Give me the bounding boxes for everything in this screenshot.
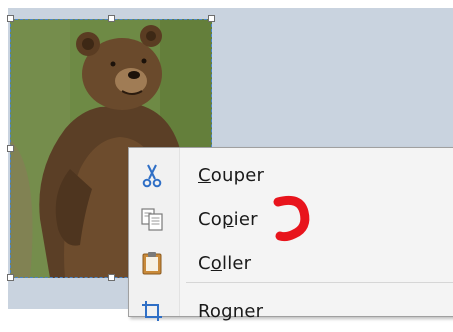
crop-icon <box>142 301 162 321</box>
menu-item-crop[interactable]: Rogner <box>129 288 453 332</box>
resize-handle-bottom-left[interactable] <box>7 274 14 281</box>
menu-label-crop: Rogner <box>198 301 264 322</box>
menu-label-cut: Couper <box>198 165 265 186</box>
resize-handle-top-left[interactable] <box>7 15 14 22</box>
resize-handle-top-right[interactable] <box>208 15 215 22</box>
scissors-icon <box>142 164 162 188</box>
resize-handle-top[interactable] <box>108 15 115 22</box>
red-annotation-mark <box>273 195 310 242</box>
menu-separator <box>186 282 453 283</box>
canvas-edge <box>0 8 8 309</box>
menu-label-copy: Copier <box>198 209 258 230</box>
resize-handle-left[interactable] <box>7 145 14 152</box>
clipboard-icon <box>142 252 162 275</box>
menu-item-cut[interactable]: Couper <box>129 152 453 196</box>
menu-label-paste: Coller <box>198 253 252 274</box>
resize-handle-bottom[interactable] <box>108 274 115 281</box>
copy-icon <box>141 208 163 231</box>
